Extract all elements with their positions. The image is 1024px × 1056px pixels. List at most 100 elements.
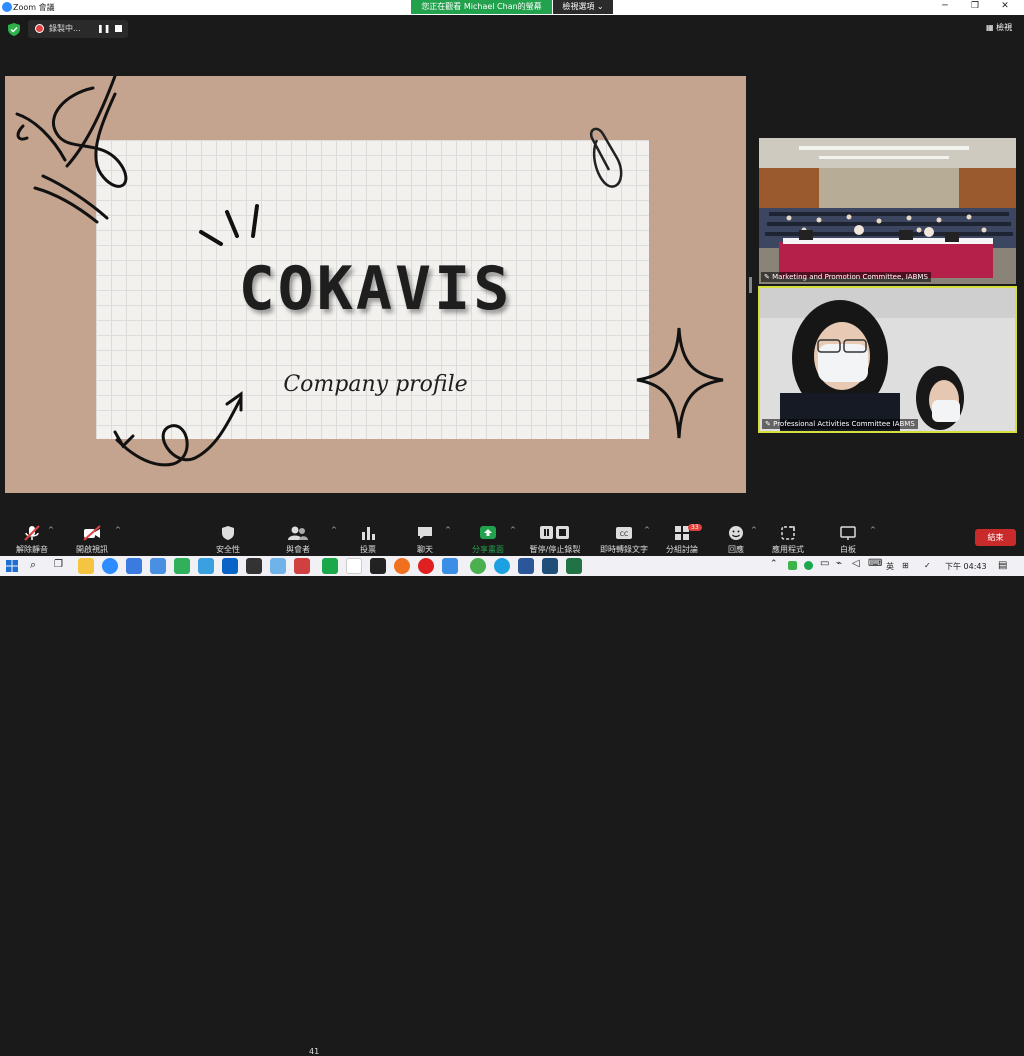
panel-resize-handle[interactable] <box>749 277 752 293</box>
app-icon[interactable] <box>442 558 458 574</box>
apps-button[interactable]: 應用程式 <box>760 520 816 555</box>
apps-label: 應用程式 <box>772 545 804 554</box>
slide-subtitle: Company profile <box>283 372 468 397</box>
ime-mode-icon[interactable]: ⊞ <box>902 561 909 570</box>
ime-options-icon[interactable]: ✓ <box>924 561 931 570</box>
maximize-button[interactable]: ❐ <box>960 1 990 11</box>
view-options-button[interactable]: 檢視選項 ⌄ <box>553 0 613 14</box>
participant-name-label: ✎ Professional Activities Committee IABM… <box>762 419 918 429</box>
app-icon[interactable] <box>370 558 386 574</box>
participant-name: Professional Activities Committee IABMS <box>773 420 915 428</box>
participants-icon <box>288 526 308 540</box>
polls-bar-icon <box>362 527 375 540</box>
tray-chevron-icon[interactable]: ⌃ <box>770 559 778 569</box>
excel-icon[interactable] <box>566 558 582 574</box>
share-screen-button[interactable]: 分享畫面 <box>460 520 516 555</box>
chrome-icon[interactable] <box>470 558 486 574</box>
start-video-button[interactable]: 開啟視訊 <box>64 520 120 555</box>
windows-taskbar: ⌕ ❐ ⌃ ▭ ⌁ ◁ ⌨ <box>0 556 1024 576</box>
close-button[interactable]: ✕ <box>990 1 1020 11</box>
app-icon[interactable] <box>150 558 166 574</box>
pause-stop-recording-button[interactable]: 暫停/停止錄製 <box>522 520 588 555</box>
video-options-caret-icon[interactable]: ^ <box>115 526 121 534</box>
search-icon[interactable]: ⌕ <box>30 558 36 572</box>
app-icon[interactable] <box>174 558 190 574</box>
window-title: Zoom 會議 <box>13 3 55 12</box>
reactions-smiley-icon <box>729 526 743 540</box>
security-shield-icon <box>8 23 20 36</box>
security-label: 安全性 <box>216 545 240 554</box>
firefox-icon[interactable] <box>394 558 410 574</box>
audio-options-caret-icon[interactable]: ^ <box>48 526 54 534</box>
whiteboard-button[interactable]: 白板 <box>820 520 876 555</box>
start-video-label: 開啟視訊 <box>76 545 108 554</box>
opera-icon[interactable] <box>418 558 434 574</box>
minimize-button[interactable]: ─ <box>930 1 960 11</box>
whiteboard-label: 白板 <box>840 545 856 554</box>
video-off-icon <box>83 525 101 541</box>
volume-icon[interactable]: ◁ <box>852 558 860 569</box>
participant-name: Marketing and Promotion Committee, IABMS <box>772 273 928 281</box>
svg-text:CC: CC <box>620 531 628 538</box>
pause-stop-recording-label: 暫停/停止錄製 <box>529 545 581 554</box>
zoom-logo-icon <box>2 2 12 12</box>
closed-caption-icon: CC <box>616 527 632 539</box>
active-speaker-video-tile[interactable]: ✎ Professional Activities Committee IABM… <box>758 286 1017 433</box>
breakout-badge: 33 <box>688 524 702 531</box>
outlook-icon[interactable] <box>222 558 238 574</box>
participant-name-label: ✎ Marketing and Promotion Committee, IAB… <box>761 272 931 282</box>
battery-icon[interactable]: ▭ <box>820 558 829 569</box>
notifications-icon[interactable]: ▤ <box>998 560 1007 571</box>
participant-video-tile[interactable]: ✎ Marketing and Promotion Committee, IAB… <box>759 138 1016 284</box>
shared-screen: COKAVIS Company profile <box>5 76 746 493</box>
polls-label: 投票 <box>360 545 376 554</box>
security-button[interactable]: 安全性 <box>200 520 256 555</box>
network-icon[interactable]: ⌁ <box>836 558 842 569</box>
shield-icon <box>222 526 234 540</box>
chat-label: 聊天 <box>417 545 433 554</box>
app-icon[interactable] <box>198 558 214 574</box>
edge-icon[interactable] <box>494 558 510 574</box>
input-method-indicator[interactable]: 英 <box>886 561 894 572</box>
keyboard-icon[interactable]: ⌨ <box>868 558 882 569</box>
participants-caret-icon[interactable]: ^ <box>331 526 337 534</box>
participants-label: 與會者 <box>286 545 310 554</box>
tray-app-icon[interactable] <box>804 561 813 570</box>
reactions-caret-icon[interactable]: ^ <box>751 526 757 534</box>
microphone-muted-icon <box>24 525 40 541</box>
task-view-icon[interactable]: ❐ <box>54 559 63 570</box>
whiteboard-icon <box>840 526 856 540</box>
unmute-label: 解除靜音 <box>16 545 48 554</box>
file-explorer-icon[interactable] <box>78 558 94 574</box>
end-meeting-button[interactable]: 結束 <box>975 529 1016 546</box>
system-clock[interactable]: 下午 04:43 <box>945 561 987 572</box>
pause-recording-icon[interactable]: ❚❚ <box>97 24 110 33</box>
app-icon[interactable] <box>246 558 262 574</box>
speaker-video <box>760 288 1015 431</box>
view-button[interactable]: ▦ 檢視 <box>986 22 1012 33</box>
word-icon[interactable] <box>518 558 534 574</box>
zoom-app-icon[interactable] <box>102 558 118 574</box>
viewing-banner: 您正在觀看 Michael Chan的螢幕 <box>411 0 552 14</box>
polls-button[interactable]: 投票 <box>340 520 396 555</box>
pin-icon: ✎ <box>764 273 773 281</box>
stop-recording-icon[interactable] <box>115 25 122 32</box>
share-caret-icon[interactable]: ^ <box>510 526 516 534</box>
chat-caret-icon[interactable]: ^ <box>445 526 451 534</box>
notepad-icon[interactable] <box>346 558 362 574</box>
participants-button[interactable]: 與會者 <box>270 520 326 555</box>
app-icon[interactable] <box>542 558 558 574</box>
chat-bubble-icon <box>418 527 432 539</box>
mail-app-icon[interactable] <box>126 558 142 574</box>
whiteboard-caret-icon[interactable]: ^ <box>870 526 876 534</box>
line-app-icon[interactable] <box>322 558 338 574</box>
app-icon[interactable] <box>270 558 286 574</box>
share-screen-label: 分享畫面 <box>472 545 504 554</box>
breakout-rooms-label: 分組討論 <box>666 545 698 554</box>
participants-count: 41 <box>309 1047 320 1056</box>
recording-label: 錄製中... <box>49 24 81 33</box>
windows-start-icon[interactable] <box>6 560 18 572</box>
tray-app-icon[interactable] <box>788 561 797 570</box>
app-icon[interactable] <box>294 558 310 574</box>
captions-caret-icon[interactable]: ^ <box>644 526 650 534</box>
